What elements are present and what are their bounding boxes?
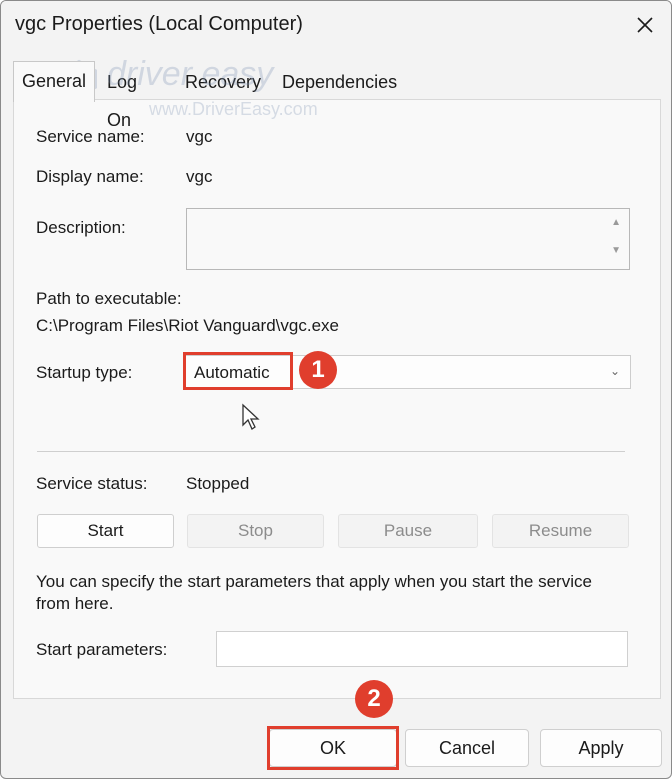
path-label: Path to executable:: [36, 289, 182, 308]
pause-button[interactable]: Pause: [338, 514, 478, 548]
tab-recovery[interactable]: Recovery: [177, 63, 269, 101]
close-icon: [636, 16, 654, 39]
close-button[interactable]: [619, 1, 671, 53]
resume-button[interactable]: Resume: [492, 514, 629, 548]
title-bar: vgc Properties (Local Computer): [1, 1, 671, 53]
ok-button-highlight: [267, 726, 399, 770]
chevron-down-icon: ⌄: [609, 364, 620, 378]
step-1-badge: 1: [299, 351, 337, 389]
start-parameters-label: Start parameters:: [36, 640, 168, 659]
window-title: vgc Properties (Local Computer): [15, 13, 303, 35]
display-name-label: Display name:: [36, 167, 144, 186]
description-label: Description:: [36, 218, 126, 237]
scroll-up-icon[interactable]: ▲: [611, 217, 621, 228]
description-field[interactable]: ▲ ▼: [186, 208, 630, 270]
stop-button[interactable]: Stop: [187, 514, 324, 548]
step-2-badge: 2: [355, 680, 393, 718]
apply-button[interactable]: Apply: [540, 729, 662, 767]
tab-log-on[interactable]: Log On: [99, 63, 145, 130]
service-name-label: Service name:: [36, 127, 145, 146]
tab-dependencies[interactable]: Dependencies: [274, 63, 405, 101]
properties-dialog: vgc Properties (Local Computer) General …: [0, 0, 672, 779]
scroll-down-icon[interactable]: ▼: [611, 245, 621, 256]
startup-type-label: Startup type:: [36, 363, 133, 382]
display-name-value: vgc: [186, 167, 213, 186]
service-status-value: Stopped: [186, 474, 250, 493]
mouse-pointer-icon: [241, 403, 263, 436]
startup-type-highlight: [183, 352, 293, 390]
start-parameters-input[interactable]: [216, 631, 628, 667]
service-status-label: Service status:: [36, 474, 148, 493]
cancel-button[interactable]: Cancel: [405, 729, 529, 767]
path-value: C:\Program Files\Riot Vanguard\vgc.exe: [36, 316, 339, 335]
section-divider: [37, 451, 625, 452]
tab-general[interactable]: General: [13, 61, 96, 102]
start-button[interactable]: Start: [37, 514, 174, 548]
start-parameters-help-text: You can specify the start parameters tha…: [36, 572, 592, 613]
service-name-value: vgc: [186, 127, 213, 146]
